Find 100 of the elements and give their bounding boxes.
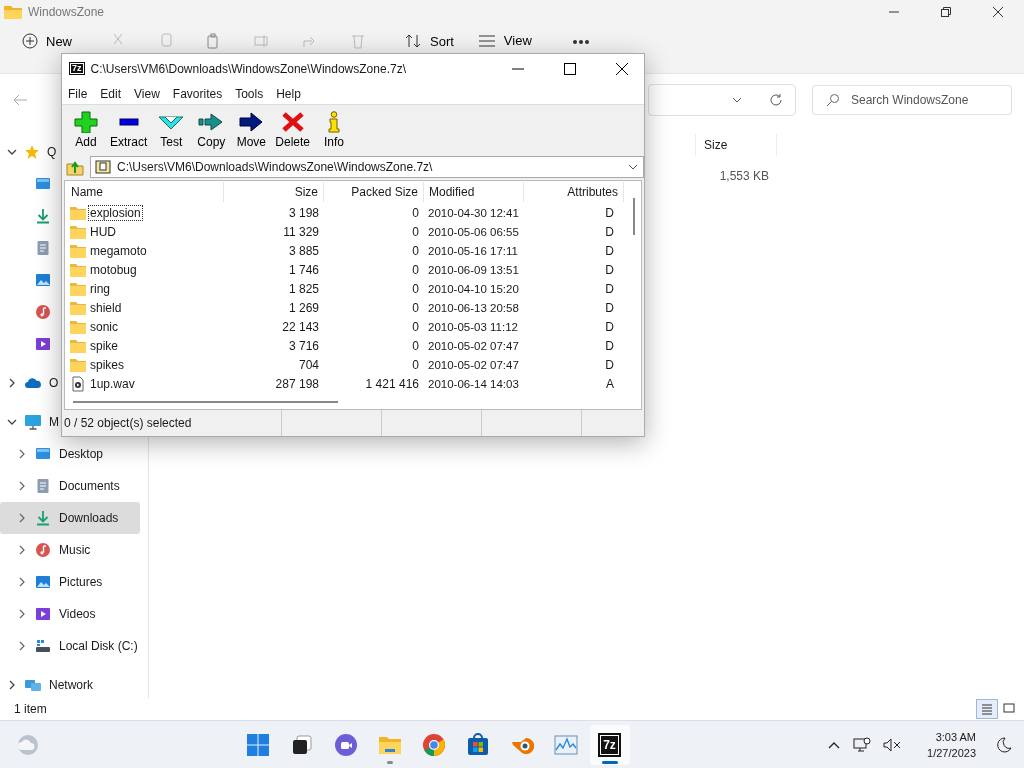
- file-name[interactable]: spike: [88, 337, 120, 354]
- toolbar-button[interactable]: Test: [151, 110, 192, 149]
- refresh-icon[interactable]: [769, 93, 783, 107]
- menu-item[interactable]: Edit: [100, 86, 122, 101]
- table-cell-text: 1 746: [287, 262, 320, 277]
- column-header[interactable]: Attributes: [524, 182, 624, 202]
- toolbar-button[interactable]: Move: [231, 110, 272, 149]
- arrow-right-icon: [238, 110, 265, 133]
- column-header[interactable]: Name: [65, 182, 224, 202]
- toolbar-button[interactable]: Delete: [271, 110, 315, 149]
- sidebar-item[interactable]: Local Disk (C:): [0, 630, 140, 662]
- chevron-icon[interactable]: [7, 680, 17, 690]
- scrollbar-thumb[interactable]: [633, 198, 635, 235]
- view-button[interactable]: [976, 699, 998, 719]
- music-icon: [35, 542, 51, 558]
- search-field[interactable]: Search WindowsZone: [812, 85, 1012, 115]
- sidebar-item[interactable]: Desktop: [0, 438, 140, 470]
- file-name[interactable]: explosion: [88, 204, 143, 221]
- table-cell-text: 2010-04-30 12:41: [427, 206, 520, 219]
- table-cell-text: D: [604, 319, 615, 334]
- scrollbar-thumb[interactable]: [73, 401, 338, 403]
- back-arrow-icon[interactable]: [12, 93, 28, 107]
- path-field[interactable]: C:\Users\VM6\Downloads\WindowsZone\WindowsZone.7z\: [90, 156, 644, 178]
- close-icon[interactable]: [615, 61, 629, 76]
- muted-speaker-icon[interactable]: [883, 736, 902, 753]
- file-name[interactable]: 1up.wav: [88, 375, 137, 392]
- chevron-icon[interactable]: [7, 147, 17, 157]
- window-title: WindowsZone: [28, 5, 105, 19]
- chevron-icon[interactable]: [17, 481, 27, 491]
- table-cell-text: 704: [297, 357, 320, 372]
- sidebar-item[interactable]: Documents: [0, 470, 140, 502]
- table-cell-text: 0: [411, 281, 420, 296]
- close-icon[interactable]: [992, 6, 1004, 18]
- command-button[interactable]: New: [12, 31, 82, 51]
- table-cell-text: D: [604, 281, 615, 296]
- command-button[interactable]: View: [467, 31, 542, 50]
- maximize-icon[interactable]: [563, 61, 577, 76]
- sidebar-item[interactable]: Network: [0, 669, 140, 698]
- chevron-icon[interactable]: [17, 545, 27, 555]
- folder-icon: [70, 262, 86, 277]
- more-icon[interactable]: [571, 39, 590, 45]
- file-name[interactable]: sonic: [88, 318, 120, 335]
- moon-icon[interactable]: [996, 736, 1012, 753]
- file-name[interactable]: ring: [88, 280, 112, 297]
- sidebar-item[interactable]: M: [0, 406, 58, 438]
- sidebar-item[interactable]: Downloads: [0, 502, 140, 534]
- menu-item[interactable]: Tools: [235, 86, 264, 101]
- chevron-icon[interactable]: [17, 577, 27, 587]
- sidebar-item[interactable]: Pictures: [0, 566, 140, 598]
- restore-icon[interactable]: [940, 6, 952, 18]
- table-cell-text: D: [604, 205, 615, 220]
- performance-monitor-icon: [553, 732, 578, 757]
- column-header[interactable]: Size: [695, 134, 777, 156]
- sidebar-label: Network: [49, 678, 93, 692]
- table-cell-text: 0: [411, 300, 420, 315]
- chevron-icon[interactable]: [7, 378, 17, 388]
- column-header[interactable]: Packed Size: [324, 182, 424, 202]
- sidebar-item[interactable]: O: [0, 367, 58, 399]
- sidebar-item[interactable]: Music: [0, 534, 140, 566]
- chevron-icon[interactable]: [17, 513, 27, 523]
- chevron-down-icon[interactable]: [731, 96, 743, 104]
- toolbar-button[interactable]: Copy: [191, 110, 232, 149]
- file-name[interactable]: motobug: [88, 261, 139, 278]
- download-icon: [35, 510, 51, 526]
- sidebar-label: Downloads: [59, 511, 119, 525]
- command-button[interactable]: Sort: [394, 31, 464, 51]
- chevron-icon[interactable]: [7, 417, 17, 427]
- document-icon: [35, 478, 51, 494]
- table-cell-text: 2010-05-02 07:47: [427, 358, 520, 371]
- archive-file-icon: [95, 159, 111, 175]
- table-cell-text: 2010-05-16 17:11: [427, 244, 519, 257]
- sidebar-item[interactable]: Q: [0, 136, 58, 168]
- file-name[interactable]: spikes: [88, 356, 126, 373]
- column-header[interactable]: Modified: [424, 182, 524, 202]
- table-cell-text: 2010-06-13 20:58: [427, 301, 520, 314]
- menu-item[interactable]: Help: [276, 86, 301, 101]
- menu-item[interactable]: Favorites: [172, 86, 223, 101]
- status-text: 0 / 52 object(s) selected: [62, 410, 282, 436]
- desktop-icon: [35, 446, 51, 462]
- chevron-icon[interactable]: [17, 641, 27, 651]
- network-icon[interactable]: [853, 736, 872, 753]
- file-name[interactable]: HUD: [88, 223, 118, 240]
- taskbar-app-button[interactable]: 7z: [589, 724, 630, 765]
- chevron-icon[interactable]: [17, 609, 27, 619]
- file-name[interactable]: shield: [88, 299, 124, 316]
- chevron-down-icon[interactable]: [627, 163, 639, 171]
- menu-item[interactable]: View: [134, 86, 160, 101]
- toolbar-button[interactable]: Add: [66, 110, 106, 149]
- folder-icon: [70, 319, 86, 334]
- toolbar-button[interactable]: Info: [314, 110, 355, 149]
- clock[interactable]: 3:03 AM 1/27/2023: [927, 728, 976, 761]
- toolbar-button[interactable]: Extract: [106, 110, 152, 149]
- menu-item[interactable]: File: [68, 86, 88, 101]
- plus-circle-icon: [22, 33, 38, 49]
- chevron-icon[interactable]: [17, 449, 27, 459]
- column-header[interactable]: Size: [224, 182, 324, 202]
- folder-icon: [70, 243, 86, 258]
- file-name[interactable]: megamoto: [88, 242, 149, 259]
- picture-icon: [35, 574, 51, 590]
- sidebar-item[interactable]: Videos: [0, 598, 140, 630]
